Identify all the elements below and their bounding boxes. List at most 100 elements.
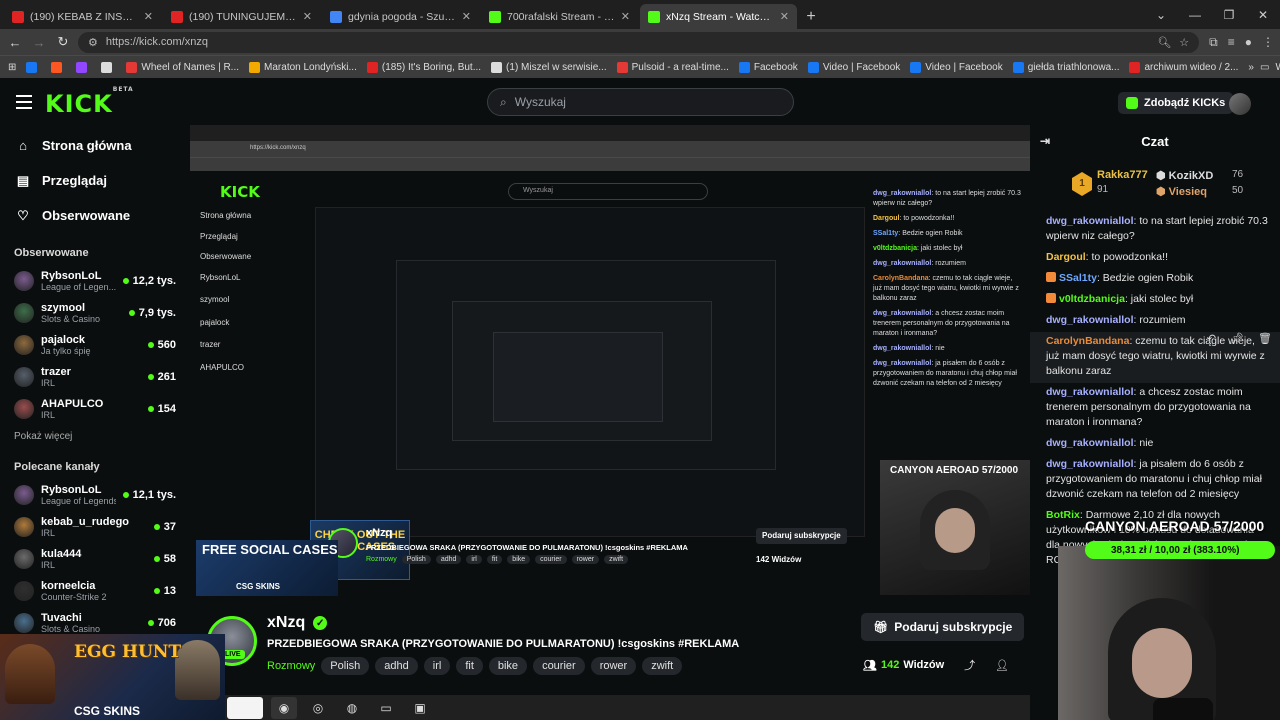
bookmark-item[interactable]: Video | Facebook [807,61,900,73]
chat-message[interactable]: Dargoul: to powodzonka!! [1030,248,1280,269]
show-more-link[interactable]: Pokaż więcej [0,425,190,447]
bookmark-item[interactable]: Facebook [738,61,798,73]
reload-icon[interactable]: ↻ [54,33,72,51]
stream-category[interactable]: Rozmowy [267,657,315,675]
terminal-icon[interactable]: ▭ [373,697,399,719]
tab-close-icon[interactable]: ✕ [144,10,153,23]
chat-username[interactable]: CarolynBandana [1046,335,1129,347]
share-icon[interactable]: ⤴ [964,657,975,673]
leader-1-name[interactable]: Rakka777 [1097,169,1148,181]
bookmark-item[interactable]: giełda triathlonowa... [1012,61,1119,73]
all-bookmarks[interactable]: Wszystkie zakładki [1275,62,1280,73]
back-icon[interactable]: ← [6,33,24,51]
app-icon[interactable]: ▣ [407,697,433,719]
chat-username[interactable]: SSal1ty [1059,272,1097,284]
zoom-icon[interactable]: 🔍︎ [1157,36,1171,49]
chat-message[interactable]: dwg_rakowniallol: rozumiem [1030,311,1280,332]
stream-tag[interactable]: Polish [321,657,370,675]
tab-search-icon[interactable]: ⌄ [1144,0,1178,29]
user-avatar[interactable] [1229,93,1251,115]
address-bar[interactable]: ⚙ https://kick.com/xnzq 🔍︎ ☆ [78,31,1200,53]
channel-item[interactable]: korneelcia Counter-Strike 2 13 [0,575,190,607]
chat-message[interactable]: v0ltdzbanicja: jaki stolec był [1030,290,1280,311]
leader-3-name[interactable]: ⬢ Viesieq [1156,185,1207,198]
browser-tab[interactable]: (190) KEBAB Z INSTAGRAMA W ✕ [4,4,161,29]
channel-item[interactable]: AHAPULCO IRL 154 [0,393,190,425]
menu-icon[interactable]: ⋮ [1262,35,1274,50]
gift-subscription-button[interactable]: 🎁︎ Podaruj subskrypcje [861,613,1025,641]
bookmark-item[interactable]: Maraton Londyński... [249,61,357,73]
apps-icon[interactable]: ⊞ [8,62,16,73]
minimize-icon[interactable]: — [1178,0,1212,29]
video-player[interactable]: https://kick.com/xnzq KICK Wyszukaj Stro… [190,125,1030,595]
extensions-icon[interactable]: ⧉ [1209,35,1218,50]
profile-icon[interactable]: ● [1245,35,1252,50]
stream-tag[interactable]: adhd [375,657,418,675]
bookmark-item[interactable]: Pulsoid - a real-time... [616,61,729,73]
bookmark-item[interactable]: archiwum wideo / 2... [1129,61,1238,73]
chat-username[interactable]: v0ltdzbanicja [1059,293,1125,305]
channel-item[interactable]: kula444 IRL 58 [0,543,190,575]
forward-icon[interactable]: → [30,33,48,51]
stream-tag[interactable]: fit [456,657,483,675]
chat-message[interactable]: dwg_rakowniallol: to na start lepiej zro… [1030,212,1280,248]
get-kicks-button[interactable]: Zdobądź KICKs [1118,92,1234,114]
stream-tag[interactable]: bike [488,657,528,675]
channel-item[interactable]: pajalock Ja tylko śpię 560 [0,329,190,361]
taskbar-blank[interactable] [227,696,263,719]
stream-tag[interactable]: rower [590,657,637,675]
chat-username[interactable]: Dargoul [1046,251,1086,263]
channel-item[interactable]: RybsonLoL League of Legends 12,1 tys. [0,479,190,511]
site-info-icon[interactable]: ⚙ [88,36,98,49]
chat-message[interactable]: dwg_rakowniallol: a chcesz zostac moim t… [1030,383,1280,434]
tab-close-icon[interactable]: ✕ [780,10,789,23]
chat-message[interactable]: dwg_rakowniallol: ja pisałem do 6 osób z… [1030,455,1280,506]
browser-tab[interactable]: gdynia pogoda - Szukaj w Goo ✕ [322,4,479,29]
chat-username[interactable]: dwg_rakowniallol [1046,386,1134,398]
collapse-chat-icon[interactable]: ⇥ [1040,134,1050,148]
bookmark-item[interactable]: (1) Miszel w serwisie... [491,61,607,73]
tab-close-icon[interactable]: ✕ [303,10,312,23]
bookmark-star-icon[interactable]: ☆ [1179,36,1189,49]
bookmark-item[interactable]: Wheel of Names | R... [126,61,239,73]
channel-item[interactable]: szymool Slots & Casino 7,9 tys. [0,297,190,329]
nav-heart[interactable]: ♡ Obserwowane [0,198,190,233]
bookmark-item[interactable] [101,61,116,73]
channel-item[interactable]: RybsonLoL League of Legen... 12,2 tys. [0,265,190,297]
media-icon[interactable]: ≡ [1228,35,1235,50]
obs-icon[interactable]: ◍ [339,697,365,719]
tab-close-icon[interactable]: ✕ [621,10,630,23]
delete-icon[interactable]: 🗑︎ [1258,332,1272,347]
chat-message[interactable]: CarolynBandana: czemu to tak ciągle wiej… [1030,332,1280,383]
browser-tab[interactable]: xNzq Stream - Watch Live on K ✕ [640,4,797,29]
chat-username[interactable]: dwg_rakowniallol [1046,314,1134,326]
stream-tag[interactable]: irl [423,657,451,675]
chat-username[interactable]: dwg_rakowniallol [1046,437,1134,449]
chat-message[interactable]: dwg_rakowniallol: nie [1030,434,1280,455]
menu-hamburger-icon[interactable] [16,95,32,109]
chat-username[interactable]: BotRix [1046,509,1080,521]
channel-item[interactable]: kebab_u_rudego IRL 37 [0,511,190,543]
close-window-icon[interactable]: ✕ [1246,0,1280,29]
more-bookmarks-icon[interactable]: » [1248,62,1254,73]
reply-icon[interactable]: ↶ [1207,332,1216,347]
search-input[interactable]: ⌕ Wyszukaj [487,88,794,116]
tab-close-icon[interactable]: ✕ [462,10,471,23]
nav-browse[interactable]: ▤ Przeglądaj [0,163,190,198]
discord-icon[interactable]: ◎ [305,697,331,719]
new-tab-icon[interactable]: + [799,5,823,29]
kick-logo[interactable]: KICKBETA [45,86,134,118]
chrome-icon[interactable]: ◉ [271,696,297,719]
nav-home[interactable]: ⌂ Strona główna [0,128,190,163]
pin-icon[interactable]: 📌︎ [1230,332,1244,347]
bookmark-item[interactable]: (185) It's Boring, But... [366,61,481,73]
leader-2-name[interactable]: ⬢ KozikXD [1156,169,1213,182]
browser-tab[interactable]: (190) TUNINGUJEMY NASZEGO ✕ [163,4,320,29]
stream-tag[interactable]: courier [533,657,585,675]
stream-tag[interactable]: zwift [642,657,683,675]
bookmark-item[interactable] [76,61,91,73]
channel-item[interactable]: trazer IRL 261 [0,361,190,393]
bookmark-item[interactable] [51,61,66,73]
streamer-name[interactable]: xNzq ✓ [267,614,328,632]
browser-tab[interactable]: 700rafalski Stream - Watch Live ✕ [481,4,638,29]
